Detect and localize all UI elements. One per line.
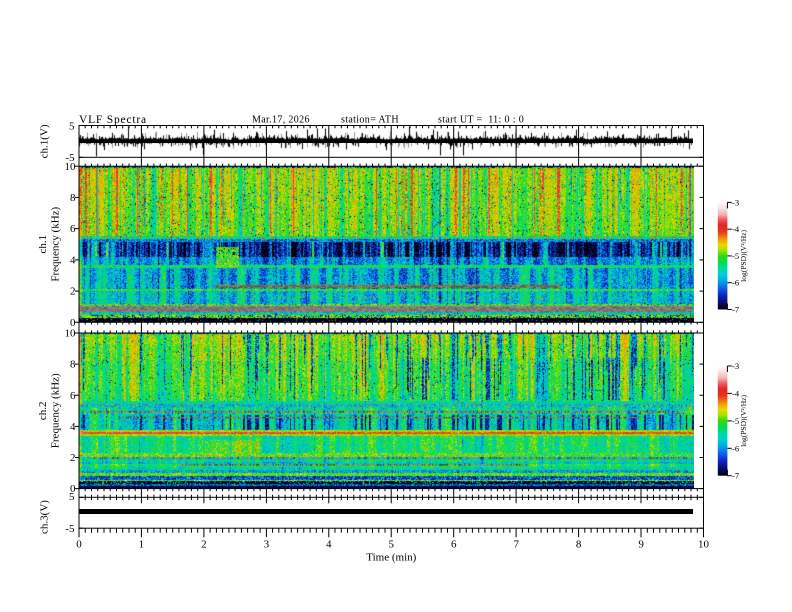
svg-text:5: 5 <box>69 491 75 503</box>
svg-text:6: 6 <box>451 539 457 551</box>
svg-text:10: 10 <box>698 539 710 551</box>
svg-text:7: 7 <box>513 539 519 551</box>
svg-text:9: 9 <box>638 539 644 551</box>
svg-text:8: 8 <box>70 192 76 204</box>
svg-text:Frequency (kHz): Frequency (kHz) <box>50 206 62 281</box>
svg-text:2: 2 <box>70 452 76 464</box>
svg-text:VLF Spectra: VLF Spectra <box>79 114 147 126</box>
svg-text:-7: -7 <box>732 305 739 315</box>
svg-text:-3: -3 <box>732 361 739 371</box>
svg-text:-7: -7 <box>732 471 739 481</box>
svg-text:4: 4 <box>70 255 76 267</box>
svg-text:Mar.17, 2026: Mar.17, 2026 <box>252 114 310 125</box>
svg-text:-5: -5 <box>65 523 75 535</box>
svg-text:8: 8 <box>576 539 582 551</box>
svg-text:10: 10 <box>65 161 77 173</box>
svg-text:5: 5 <box>69 121 75 133</box>
svg-text:ch.1: ch.1 <box>37 235 49 254</box>
svg-text:ch.2: ch.2 <box>37 401 49 420</box>
svg-text:4: 4 <box>326 539 332 551</box>
svg-text:2: 2 <box>201 539 207 551</box>
svg-text:station= ATH: station= ATH <box>341 114 399 125</box>
svg-text:5: 5 <box>388 539 394 551</box>
svg-text:-3: -3 <box>732 197 739 207</box>
svg-text:ch.3(V): ch.3(V) <box>39 500 51 534</box>
svg-text:4: 4 <box>70 421 76 433</box>
svg-text:start UT = 11: 0 : 0: start UT = 11: 0 : 0 <box>438 114 524 125</box>
svg-text:8: 8 <box>70 359 76 371</box>
svg-text:log(PSD)(V²/Hz): log(PSD)(V²/Hz) <box>739 394 748 446</box>
svg-text:log(PSD)(V²/Hz): log(PSD)(V²/Hz) <box>739 229 748 281</box>
svg-text:1: 1 <box>139 539 145 551</box>
svg-text:10: 10 <box>65 328 77 340</box>
svg-text:3: 3 <box>264 539 270 551</box>
svg-text:2: 2 <box>70 286 76 298</box>
svg-text:6: 6 <box>70 223 76 235</box>
svg-text:ch.1(V): ch.1(V) <box>39 124 51 158</box>
svg-text:0: 0 <box>76 539 82 551</box>
svg-text:Time (min): Time (min) <box>366 552 416 564</box>
svg-text:Frequency (kHz): Frequency (kHz) <box>50 373 62 448</box>
svg-text:6: 6 <box>70 390 76 402</box>
